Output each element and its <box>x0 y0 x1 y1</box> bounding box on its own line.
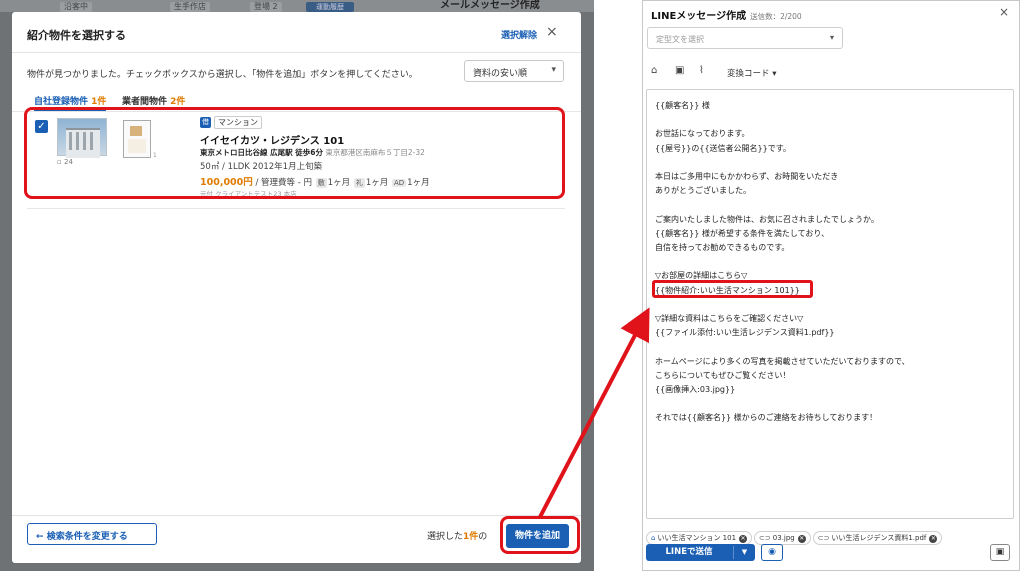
change-search-conditions-button[interactable]: ← 検索条件を変更する <box>27 523 157 545</box>
highlight-box <box>24 107 565 199</box>
tab-label: 業者間物件 <box>122 97 168 107</box>
attachment-chip[interactable]: ⌂ いい生活マンション 101 ✕ <box>646 531 753 545</box>
sort-selected-value: 資料の安い順 <box>473 69 528 79</box>
close-icon[interactable]: × <box>546 24 558 40</box>
tab-own-properties[interactable]: 自社登録物件 1件 <box>34 94 106 107</box>
image-icon[interactable]: ▣ <box>675 65 684 76</box>
save-icon: ▣ <box>995 547 1005 557</box>
modal-title: 紹介物件を選択する <box>27 29 126 42</box>
background-chip: 生手作店 <box>170 2 210 12</box>
remove-icon[interactable]: ✕ <box>929 535 938 543</box>
attachment-chip[interactable]: ⊂⊃ いい生活レジデンス資料1.pdf ✕ <box>812 531 943 545</box>
chevron-down-icon: ▾ <box>551 65 556 75</box>
message-line: ▽詳細な資料はこちらをご確認ください▽ <box>655 314 804 323</box>
highlight-box <box>500 516 580 554</box>
chevron-down-icon: ▾ <box>829 33 834 42</box>
convert-code-dropdown[interactable]: 変換コード ▾ <box>727 67 776 79</box>
message-line: ホームページにより多くの写真を掲載させていただいておりますので、 <box>655 356 910 366</box>
background-header-title: メールメッセージ作成 <box>440 0 540 11</box>
link-icon: ⊂⊃ <box>759 534 771 542</box>
message-line: ありがとうございました。 <box>655 186 751 196</box>
button-label: 検索条件を変更する <box>46 532 128 542</box>
tab-agent-properties[interactable]: 業者間物件 2件 <box>122 94 185 107</box>
highlight-box <box>652 280 813 298</box>
clear-selection-link[interactable]: 選択解除 <box>501 28 537 41</box>
building-icon[interactable]: ⌂ <box>651 65 657 76</box>
message-textarea[interactable]: {{顧客名}} 様お世話になっております。 {{屋号}}の{{送信者公開名}}です… <box>646 89 1014 519</box>
tab-count: 2件 <box>170 97 186 107</box>
message-line: {{屋号}}の{{送信者公開名}}です。 <box>655 143 791 153</box>
line-message-screenshot: LINEメッセージ作成 送信数：2/200 × 定型文を選択 ▾ ⌂ ▣ ⌇ 変換… <box>642 0 1020 571</box>
message-line: {{ファイル添付:いい生活レジデンス資料1.pdf}} <box>655 328 835 338</box>
attachment-list: ⌂ いい生活マンション 101 ✕ ⊂⊃ 03.jpg ✕ ⊂⊃ いい生活レジデンス資料1.p… <box>646 525 944 545</box>
line-send-button[interactable]: LINEで送信 ▼ <box>646 544 755 561</box>
message-line: こちらについてもぜひご覧ください！ <box>655 370 791 380</box>
tab-count: 1件 <box>91 97 107 107</box>
attachment-chip[interactable]: ⊂⊃ 03.jpg ✕ <box>754 531 811 545</box>
send-label: LINEで送信 <box>665 547 713 557</box>
modal-description: 物件が見つかりました。チェックボックスから選択し、「物件を追加」ボタンを押してく… <box>27 70 418 80</box>
preview-eye-button[interactable]: ◉ <box>761 544 783 561</box>
message-line: ご案内いたしました物件は、お気に召されましたでしょうか。 <box>655 214 879 224</box>
eye-icon: ◉ <box>768 547 776 557</box>
remove-icon[interactable]: ✕ <box>797 535 806 543</box>
background-chip: 登場 2 <box>250 2 282 12</box>
message-line: 本日はご多用中にもかかわらず、お時間をいただき <box>655 172 839 181</box>
background-button: 運動履歴 <box>306 2 354 12</box>
char-count: 送信数：2/200 <box>750 12 802 21</box>
selected-count-text: 選択した1件の <box>427 532 488 542</box>
message-line: {{顧客名}} 様が希望する条件を満たしており、 <box>655 228 830 238</box>
paperclip-icon[interactable]: ⌇ <box>699 65 704 76</box>
template-select[interactable]: 定型文を選択 ▾ <box>647 27 843 49</box>
message-line: 自信を持ってお勧めできるものです。 <box>655 243 790 252</box>
background-chip: 沿客中 <box>60 2 92 12</box>
save-draft-button[interactable]: ▣ <box>990 544 1010 561</box>
property-select-screenshot: 沿客中 生手作店 登場 2 運動履歴 メールメッセージ作成 紹介物件を選択する … <box>0 0 594 571</box>
property-select-modal: 紹介物件を選択する 選択解除 × 物件が見つかりました。チェックボックスから選択… <box>12 12 581 563</box>
message-line: それでは{{顧客名}} 様からのご連絡をお待ちしております！ <box>655 413 878 423</box>
link-icon: ⊂⊃ <box>817 534 830 542</box>
message-line: {{顧客名}} 様 <box>655 101 710 110</box>
remove-icon[interactable]: ✕ <box>739 535 748 543</box>
close-icon[interactable]: × <box>999 5 1009 19</box>
chevron-down-icon[interactable]: ▼ <box>734 544 755 561</box>
divider <box>12 515 581 516</box>
template-placeholder: 定型文を選択 <box>656 35 704 44</box>
sort-select[interactable]: 資料の安い順 ▾ <box>464 60 564 82</box>
divider <box>12 52 581 53</box>
building-icon: ⌂ <box>651 534 656 542</box>
tab-label: 自社登録物件 <box>34 97 89 107</box>
arrow-left-icon: ← <box>36 532 44 542</box>
divider <box>27 208 565 209</box>
message-line: {{画像挿入:03.jpg}} <box>655 385 736 394</box>
panel-title: LINEメッセージ作成 送信数：2/200 <box>651 11 802 22</box>
message-line: お世話になっております。 <box>655 129 750 139</box>
